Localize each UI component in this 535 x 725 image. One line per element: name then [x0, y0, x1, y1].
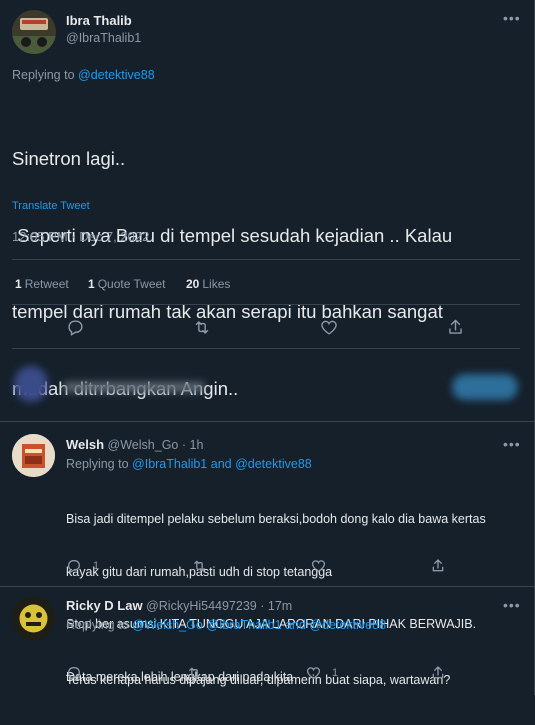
replying-prefix: Replying to [66, 618, 129, 632]
reply-icon[interactable] [66, 665, 82, 681]
composer-avatar [14, 366, 48, 402]
reply-text-line: Bisa jadi ditempel pelaku sebelum beraks… [66, 512, 486, 526]
replying-to-link[interactable]: @detektive88 [235, 457, 312, 471]
reply-time[interactable]: · 17m [260, 599, 292, 613]
share-icon[interactable] [430, 665, 446, 681]
replying-to-link[interactable]: @IbraThalib1 [132, 457, 207, 471]
tweet-timestamp[interactable]: 12:05 PM · Dec 7, 2022 [12, 229, 149, 244]
author-name[interactable]: Welsh [66, 437, 104, 452]
reply-composer-blurred [0, 350, 534, 420]
avatar[interactable] [12, 434, 55, 477]
reply-text-line: kayak gitu dari rumah,pasti udh di stop … [66, 564, 333, 579]
more-dots-icon[interactable]: ••• [503, 597, 521, 613]
divider [12, 259, 520, 260]
quotes-stat[interactable]: 1 Quote Tweet [88, 277, 166, 291]
like-icon[interactable] [305, 665, 322, 681]
composer-placeholder [64, 382, 204, 392]
retweet-icon[interactable] [191, 558, 208, 574]
reply-time[interactable]: · 1h [182, 438, 204, 452]
reply-header: Welsh @Welsh_Go · 1h [66, 437, 203, 452]
retweet-icon[interactable] [192, 318, 212, 337]
reply-icon[interactable] [66, 318, 85, 337]
like-count: 1 [332, 667, 339, 679]
replying-to-line: Replying to @Welsh_Go @IbraThalib1 and @… [66, 618, 386, 632]
replying-to-link[interactable]: @detektive88 [78, 68, 155, 82]
retweet-icon[interactable] [186, 665, 203, 681]
reply-count: 1 [93, 560, 100, 572]
translate-tweet-link[interactable]: Translate Tweet [12, 200, 90, 212]
replying-and: and [285, 618, 306, 632]
avatar[interactable] [12, 10, 56, 54]
replying-prefix: Replying to [66, 457, 129, 471]
replying-and: and [210, 457, 232, 471]
reply-header: Ricky D Law @RickyHi54497239 · 17m [66, 598, 292, 613]
author-handle[interactable]: @RickyHi54497239 [146, 599, 257, 613]
composer-reply-button[interactable] [452, 374, 518, 400]
replying-to-link[interactable]: @detektive88 [309, 618, 386, 632]
share-icon[interactable] [446, 318, 465, 337]
divider [12, 348, 520, 349]
tweet-text-line: Sinetron lagi.. [12, 148, 126, 169]
replying-to-link[interactable]: @Welsh_Go [132, 618, 203, 632]
more-dots-icon[interactable]: ••• [503, 10, 521, 26]
replying-to-line: Replying to @IbraThalib1 and @detektive8… [66, 457, 312, 471]
reply-text: Terus kenapa harus dipajang diluar, dipa… [66, 637, 450, 725]
reply-tweet: Ricky D Law @RickyHi54497239 · 17m ••• R… [0, 587, 534, 695]
author-handle[interactable]: @IbraThalib1 [66, 31, 141, 45]
quotes-stat-wrap: 1 Quote Tweet [88, 277, 166, 291]
author-name[interactable]: Ricky D Law [66, 598, 143, 613]
share-icon[interactable] [430, 558, 446, 574]
divider [12, 304, 520, 305]
reply-tweet: Welsh @Welsh_Go · 1h ••• Replying to @Ib… [0, 422, 534, 684]
retweets-stat[interactable]: 1 Retweet [15, 277, 69, 291]
avatar[interactable] [12, 597, 55, 640]
likes-stat[interactable]: 20 Likes [186, 277, 230, 291]
replying-to-line: Replying to @detektive88 [12, 68, 155, 82]
author-handle[interactable]: @Welsh_Go [108, 438, 179, 452]
like-icon[interactable] [319, 318, 339, 337]
more-dots-icon[interactable]: ••• [503, 436, 521, 452]
author-name[interactable]: Ibra Thalib [66, 13, 132, 28]
like-icon[interactable] [310, 558, 327, 574]
reply-icon[interactable] [66, 558, 82, 574]
stats-row: 1 Retweet [15, 277, 69, 291]
reply-text-line: Terus kenapa harus dipajang diluar, dipa… [66, 673, 451, 687]
replying-to-link[interactable]: @IbraThalib1 [206, 618, 281, 632]
replying-prefix: Replying to [12, 68, 75, 82]
likes-stat-wrap: 20 Likes [186, 277, 230, 291]
